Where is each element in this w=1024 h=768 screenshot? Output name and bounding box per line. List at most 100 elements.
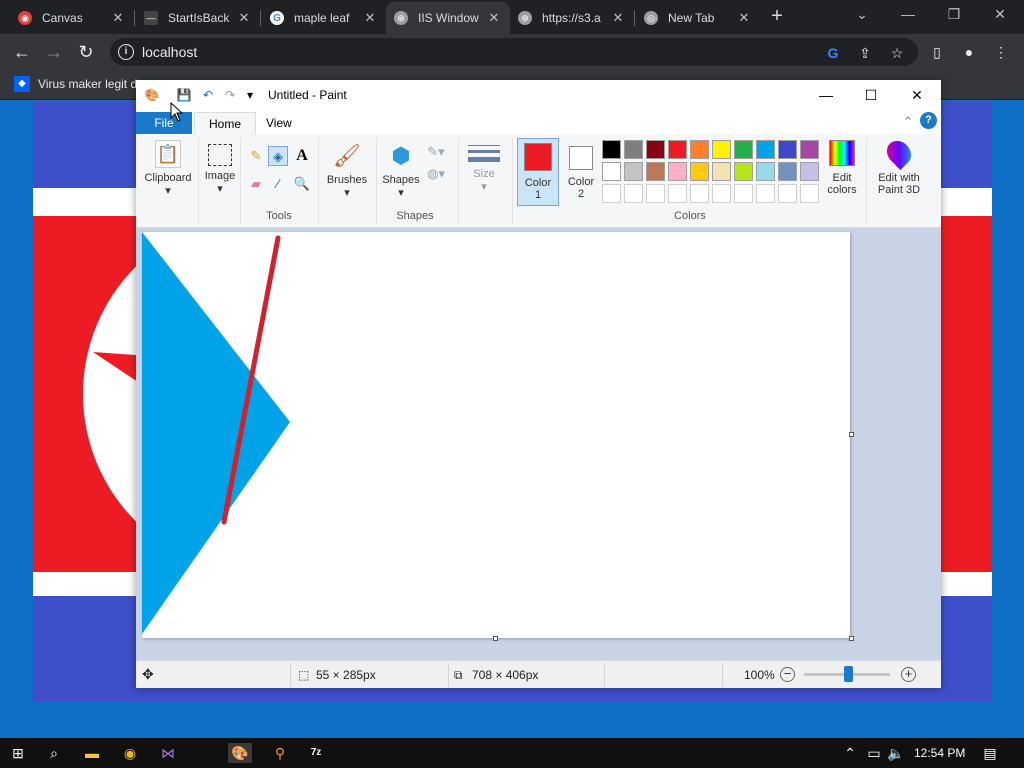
palette-swatch[interactable] [624,162,643,181]
zoom-in-button[interactable]: + [901,667,916,682]
pencil-icon[interactable]: ✎ [246,146,266,166]
tray-overflow-icon[interactable]: ⌃ [840,743,860,763]
palette-swatch-empty[interactable] [624,184,643,203]
paint-maximize-button[interactable]: ☐ [856,84,886,106]
close-icon[interactable]: ✕ [486,10,502,26]
clipboard-button[interactable]: 📋 Clipboard ▾ [140,140,196,198]
chrome-taskbar-icon[interactable]: ◉ [120,743,140,763]
reload-button[interactable]: ↻ [74,40,98,64]
new-tab-button[interactable]: + [766,6,788,28]
resize-handle-right[interactable] [849,432,854,437]
resize-handle-bottom[interactable] [493,636,498,641]
taskbar-clock[interactable]: 12:54 PM [914,746,965,760]
palette-swatch[interactable] [712,140,731,159]
restore-icon[interactable]: ❐ [944,6,964,23]
customize-toolbar-icon[interactable]: ▾ [242,87,258,103]
palette-swatch-empty[interactable] [668,184,687,203]
bookmark-item[interactable]: ◆ Virus maker legit d [14,76,137,92]
palette-swatch-empty[interactable] [756,184,775,203]
forward-button[interactable]: → [42,40,66,64]
google-lens-icon[interactable]: G [824,44,842,62]
color1-button[interactable]: Color 1 [517,138,559,206]
palette-swatch[interactable] [646,162,665,181]
palette-swatch-empty[interactable] [690,184,709,203]
help-icon[interactable]: ? [920,112,937,129]
redo-icon[interactable]: ↷ [222,87,238,103]
windows-start-icon[interactable]: ⊞ [8,743,28,763]
search-app-icon[interactable]: ⚲ [270,743,290,763]
palette-swatch[interactable] [668,162,687,181]
resize-handle-corner[interactable] [849,636,854,641]
magnifier-icon[interactable]: 🔍 [292,174,312,194]
volume-icon[interactable]: 🔈 [886,743,906,763]
palette-swatch-empty[interactable] [646,184,665,203]
notifications-icon[interactable]: ▤ [980,743,1000,763]
palette-swatch[interactable] [690,162,709,181]
7zip-icon[interactable]: 7z [306,743,326,763]
palette-swatch-empty[interactable] [778,184,797,203]
visual-studio-icon[interactable]: ⋈ [158,743,178,763]
file-explorer-icon[interactable]: ▬ [82,743,102,763]
menu-icon[interactable]: ⋮ [992,43,1010,61]
drawing-canvas[interactable] [142,232,850,638]
palette-swatch[interactable] [602,162,621,181]
close-icon[interactable]: ✕ [236,10,252,26]
palette-swatch[interactable] [668,140,687,159]
undo-icon[interactable]: ↶ [200,87,216,103]
edit-colors-button[interactable]: Edit colors [824,140,860,196]
image-button[interactable]: Image ▾ [200,140,240,196]
bookmark-star-icon[interactable]: ☆ [888,44,906,62]
palette-swatch[interactable] [756,162,775,181]
palette-swatch-empty[interactable] [734,184,753,203]
close-icon[interactable]: ✕ [736,10,752,26]
address-bar[interactable]: i localhost G ⇪ ☆ [110,38,918,66]
palette-swatch-empty[interactable] [800,184,819,203]
profile-icon[interactable]: ● [960,43,978,61]
palette-swatch[interactable] [690,140,709,159]
browser-tab-new-tab[interactable]: ◎ New Tab ✕ [636,4,760,32]
network-icon[interactable]: ▭ [864,743,884,763]
palette-swatch[interactable] [778,162,797,181]
paint-taskbar-icon[interactable]: 🎨 [228,743,252,763]
zoom-out-button[interactable]: − [780,667,795,682]
fill-icon[interactable]: ◈ [268,146,288,166]
palette-swatch[interactable] [712,162,731,181]
window-close-icon[interactable]: ✕ [990,6,1010,23]
palette-swatch-empty[interactable] [712,184,731,203]
minimize-icon[interactable]: — [898,6,918,22]
palette-swatch[interactable] [624,140,643,159]
palette-swatch[interactable] [800,162,819,181]
browser-tab-maple-leaf[interactable]: G maple leaf ✕ [262,4,386,32]
browser-tab-s3[interactable]: ⊕ https://s3.a ✕ [510,4,634,32]
size-button[interactable]: Size ▾ [464,142,504,194]
close-icon[interactable]: ✕ [610,10,626,26]
site-info-icon[interactable]: i [118,44,134,60]
edit-with-paint3d-button[interactable]: Edit with Paint 3D [872,136,926,196]
palette-swatch[interactable] [778,140,797,159]
palette-swatch[interactable] [734,140,753,159]
back-button[interactable]: ← [10,40,34,64]
close-icon[interactable]: ✕ [110,10,126,26]
color-picker-icon[interactable]: ⁄ [268,174,288,194]
eraser-icon[interactable]: ▰ [246,174,266,194]
search-icon[interactable]: ⌕ [44,743,64,763]
minimize-ribbon-icon[interactable]: ⌃ [898,112,918,132]
palette-swatch[interactable] [800,140,819,159]
paint-app-icon[interactable]: 🎨 [144,87,160,103]
shapes-button[interactable]: ⬢ Shapes ▾ [378,140,424,200]
browser-tab-iis-window[interactable]: ⊕ IIS Window ✕ [386,2,510,34]
close-icon[interactable]: ✕ [362,10,378,26]
browser-tab-startisback[interactable]: — StartIsBack ✕ [136,4,260,32]
paint-minimize-button[interactable]: — [811,84,841,106]
brushes-button[interactable]: 🖌 Brushes ▾ [322,140,372,200]
tab-search-icon[interactable]: ⌄ [852,6,872,23]
fill-shape-icon[interactable]: ◍▾ [426,164,446,184]
side-panel-icon[interactable]: ▯ [928,43,946,61]
palette-swatch[interactable] [756,140,775,159]
share-icon[interactable]: ⇪ [856,44,874,62]
palette-swatch[interactable] [734,162,753,181]
palette-swatch-empty[interactable] [602,184,621,203]
zoom-slider-thumb[interactable] [844,666,853,682]
outline-icon[interactable]: ✎▾ [426,142,446,162]
text-icon[interactable]: A [292,146,312,166]
